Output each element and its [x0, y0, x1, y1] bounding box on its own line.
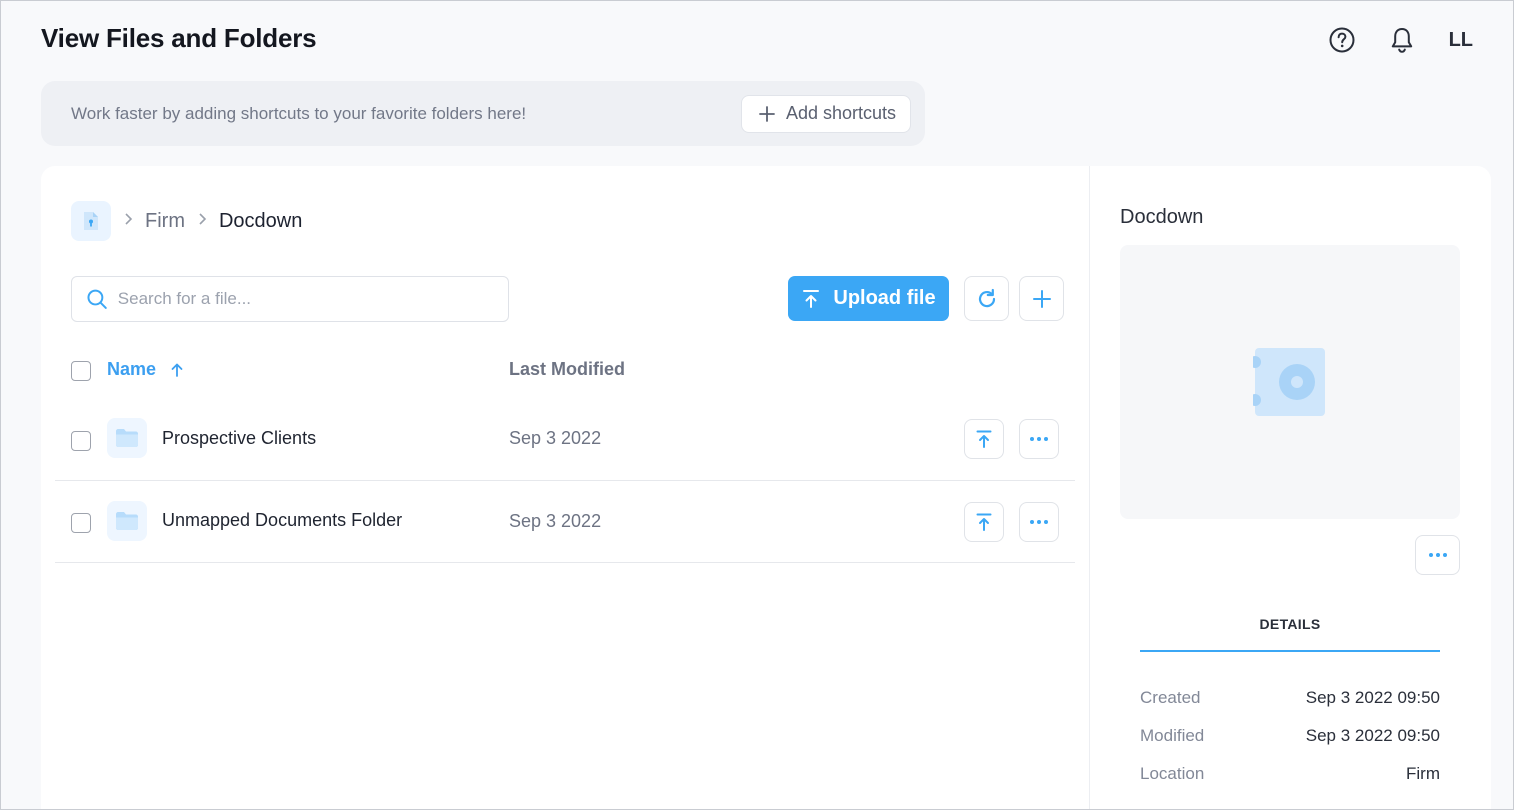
- files-card: Firm Docdown Upload file: [41, 166, 1491, 809]
- breadcrumb: Firm Docdown: [71, 201, 302, 241]
- plus-icon: [1032, 289, 1051, 308]
- row-more-button[interactable]: [1019, 502, 1059, 542]
- row-modified: Sep 3 2022: [509, 428, 602, 448]
- details-more-button[interactable]: [1415, 535, 1460, 575]
- panel-divider: [1089, 166, 1090, 809]
- column-header-last-modified[interactable]: Last Modified: [509, 359, 625, 380]
- folder-icon: [116, 429, 138, 447]
- refresh-button[interactable]: [964, 276, 1009, 321]
- more-horizontal-icon: [1030, 437, 1048, 441]
- chevron-right-icon: [123, 212, 133, 231]
- add-new-button[interactable]: [1019, 276, 1064, 321]
- select-all-checkbox[interactable]: [71, 361, 91, 381]
- document-lock-icon: [84, 212, 98, 230]
- upload-icon: [803, 289, 820, 308]
- row-checkbox[interactable]: [71, 431, 91, 451]
- row-upload-button[interactable]: [964, 419, 1004, 459]
- table-row[interactable]: Unmapped Documents Folder Sep 3 2022: [55, 481, 1075, 563]
- tab-details[interactable]: DETAILS: [1140, 606, 1440, 652]
- details-panel-title: Docdown: [1120, 206, 1204, 228]
- detail-row-modified: Modified Sep 3 2022 09:50: [1140, 726, 1440, 746]
- column-header-name[interactable]: Name: [107, 359, 184, 380]
- preview-area: [1120, 245, 1460, 519]
- upload-file-button[interactable]: Upload file: [788, 276, 949, 321]
- detail-label: Created: [1140, 688, 1201, 707]
- row-checkbox[interactable]: [71, 513, 91, 533]
- detail-value: Firm: [1406, 764, 1440, 783]
- top-actions: LL: [1327, 25, 1473, 55]
- upload-icon: [976, 513, 992, 531]
- upload-icon: [976, 430, 992, 448]
- more-horizontal-icon: [1428, 553, 1447, 557]
- table-row[interactable]: Prospective Clients Sep 3 2022: [55, 399, 1075, 481]
- detail-label: Modified: [1140, 726, 1205, 745]
- search-icon: [87, 289, 107, 309]
- shortcuts-bar: Work faster by adding shortcuts to your …: [41, 81, 925, 146]
- breadcrumb-firm[interactable]: Firm: [145, 210, 185, 233]
- row-name[interactable]: Prospective Clients: [162, 428, 316, 449]
- app-window: View Files and Folders LL Work faster by…: [0, 0, 1514, 810]
- folder-tile: [107, 418, 147, 458]
- refresh-icon: [978, 288, 995, 307]
- help-circle-icon[interactable]: [1327, 25, 1357, 55]
- detail-row-location: Location Firm: [1140, 764, 1440, 784]
- user-avatar[interactable]: LL: [1449, 29, 1473, 52]
- search-input[interactable]: [117, 289, 494, 309]
- page-title: View Files and Folders: [41, 23, 317, 53]
- bell-icon[interactable]: [1387, 25, 1417, 55]
- add-shortcuts-label: Add shortcuts: [785, 103, 896, 123]
- shortcuts-message: Work faster by adding shortcuts to your …: [71, 103, 527, 123]
- folder-tile: [107, 501, 147, 541]
- column-name-label: Name: [107, 359, 157, 379]
- row-modified: Sep 3 2022: [509, 511, 602, 531]
- detail-value: Sep 3 2022 09:50: [1305, 726, 1440, 745]
- chevron-right-icon: [197, 212, 207, 231]
- add-shortcuts-button[interactable]: Add shortcuts: [740, 94, 911, 133]
- detail-value: Sep 3 2022 09:50: [1305, 688, 1440, 707]
- more-horizontal-icon: [1030, 520, 1048, 524]
- row-more-button[interactable]: [1019, 419, 1059, 459]
- detail-row-created: Created Sep 3 2022 09:50: [1140, 688, 1440, 708]
- upload-file-label: Upload file: [833, 287, 936, 309]
- search-box: [71, 276, 509, 322]
- detail-label: Location: [1140, 764, 1205, 783]
- plus-icon: [759, 105, 775, 122]
- breadcrumb-current: Docdown: [218, 209, 303, 232]
- row-upload-button[interactable]: [964, 502, 1004, 542]
- folder-icon: [116, 512, 138, 530]
- breadcrumb-home[interactable]: [71, 201, 111, 241]
- row-name[interactable]: Unmapped Documents Folder: [162, 510, 402, 531]
- folder-preview-icon: [1253, 348, 1325, 416]
- sort-ascending-icon: [171, 363, 183, 377]
